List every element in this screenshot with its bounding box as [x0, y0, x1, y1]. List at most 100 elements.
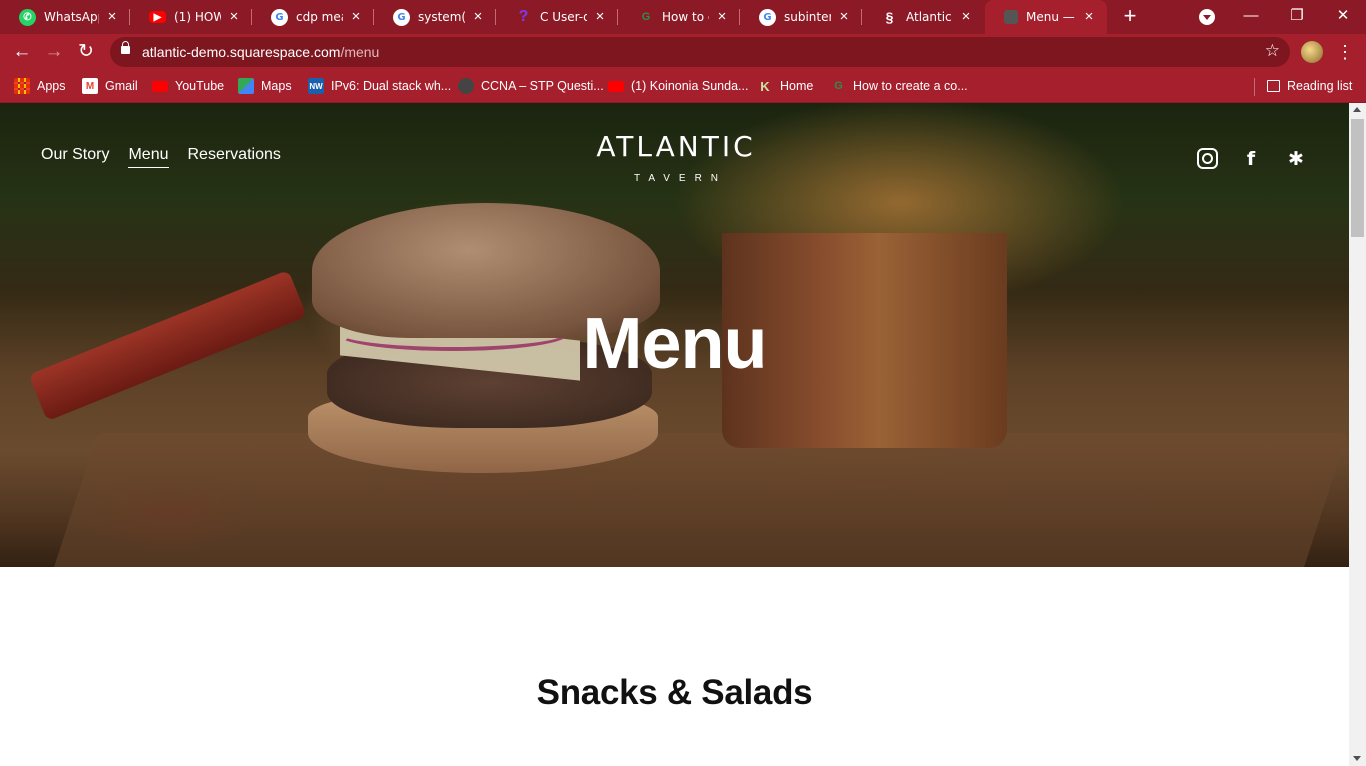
bookmark-how-to-create[interactable]: G How to create a co...	[830, 76, 968, 96]
tab-title: Atlantic - W	[906, 10, 953, 24]
scroll-thumb[interactable]	[1351, 119, 1364, 237]
page-scrollbar[interactable]	[1349, 103, 1366, 766]
ccna-icon	[458, 78, 474, 94]
bookmark-label: (1) Koinonia Sunda...	[631, 79, 749, 93]
scroll-up-arrow-icon[interactable]	[1353, 107, 1361, 112]
site-logo[interactable]: ATLANTIC TAVERN	[586, 130, 766, 184]
bookmark-label: Maps	[261, 79, 292, 93]
tab-title: (1) HOW TO	[174, 10, 221, 24]
bookmark-youtube[interactable]: YouTube	[152, 76, 224, 96]
maximize-button[interactable]: ❐	[1274, 0, 1320, 34]
google-icon: G	[759, 8, 776, 26]
bookmark-maps[interactable]: Maps	[238, 76, 292, 96]
tab-c-user-def[interactable]: ? C User-def ×	[496, 0, 618, 34]
url-text[interactable]: atlantic-demo.squarespace.com/menu	[142, 44, 379, 60]
url-path: /menu	[340, 44, 380, 60]
bookmark-home[interactable]: K Home	[757, 76, 813, 96]
tab-title: WhatsApp	[44, 10, 99, 24]
tab-youtube[interactable]: ▶ (1) HOW TO ×	[130, 0, 252, 34]
forward-arrow-icon[interactable]: →	[40, 38, 68, 66]
bookmark-ccna[interactable]: CCNA – STP Questi...	[458, 76, 604, 96]
back-arrow-icon[interactable]: ←	[8, 38, 36, 66]
bookmark-label: Gmail	[105, 79, 138, 93]
tab-title: How to cre	[662, 10, 709, 24]
scroll-down-arrow-icon[interactable]	[1353, 756, 1361, 761]
close-icon[interactable]: ×	[957, 8, 975, 26]
close-icon[interactable]: ×	[713, 8, 731, 26]
address-bar[interactable]: atlantic-demo.squarespace.com/menu ☆	[110, 37, 1290, 67]
gmail-icon: M	[82, 78, 98, 94]
bookmark-label: Apps	[37, 79, 66, 93]
home-icon: K	[760, 78, 770, 94]
cube-icon	[1004, 10, 1018, 24]
nav-our-story[interactable]: Our Story	[41, 146, 109, 168]
url-host: atlantic-demo.squarespace.com	[142, 44, 341, 60]
bookmark-label: How to create a co...	[853, 79, 968, 93]
tab-atlantic[interactable]: § Atlantic - W ×	[862, 0, 984, 34]
tab-strip: ✆ WhatsApp × ▶ (1) HOW TO × G cdp meanin…	[0, 0, 1366, 34]
hero-banner: Our Story Menu Reservations ATLANTIC TAV…	[0, 103, 1349, 567]
bookmark-label: CCNA – STP Questi...	[481, 79, 604, 93]
tab-search-icon[interactable]	[1199, 9, 1215, 25]
nw-icon: NW	[308, 78, 324, 94]
close-icon[interactable]: ×	[347, 8, 365, 26]
yelp-icon[interactable]: ✱	[1285, 148, 1307, 170]
reading-list-button[interactable]: Reading list	[1267, 76, 1352, 96]
tab-title: Menu — A	[1026, 10, 1076, 24]
bookmark-apps[interactable]: Apps	[14, 76, 66, 96]
browser-toolbar: ← → ↻ atlantic-demo.squarespace.com/menu…	[0, 34, 1366, 70]
tab-cdp-meaning[interactable]: G cdp meaning ×	[252, 0, 374, 34]
reading-list-icon	[1267, 80, 1280, 92]
profile-avatar[interactable]	[1301, 41, 1323, 63]
youtube-icon	[608, 80, 624, 92]
bookmark-label: Home	[780, 79, 814, 93]
google-icon: G	[271, 8, 288, 26]
close-icon[interactable]: ×	[835, 8, 853, 26]
reading-list-label: Reading list	[1287, 79, 1353, 93]
close-icon[interactable]: ×	[103, 8, 121, 26]
new-tab-button[interactable]: +	[1118, 4, 1142, 28]
bookmark-star-icon[interactable]: ☆	[1265, 41, 1280, 61]
bookmark-label: IPv6: Dual stack wh...	[331, 79, 452, 93]
gfg-icon: G	[641, 11, 651, 23]
lock-icon[interactable]	[121, 41, 130, 54]
tab-how-to-create[interactable]: G How to cre ×	[618, 0, 740, 34]
bookmarks-bar: Apps M Gmail YouTube Maps NW IPv6: Dual st…	[0, 70, 1366, 103]
close-icon[interactable]: ×	[1080, 8, 1098, 26]
nav-menu[interactable]: Menu	[128, 146, 169, 168]
tab-title: cdp meaning	[296, 10, 343, 24]
section-heading: Snacks & Salads	[536, 673, 813, 712]
maps-icon	[238, 78, 254, 94]
bookmark-label: YouTube	[175, 79, 225, 93]
logo-subtitle: TAVERN	[633, 173, 728, 184]
tab-title: C User-def	[540, 10, 587, 24]
facebook-icon[interactable]: f	[1240, 148, 1262, 170]
nav-reservations[interactable]: Reservations	[188, 146, 281, 168]
logo-title: ATLANTIC	[596, 130, 756, 163]
tab-subinterface[interactable]: G subinterfac ×	[740, 0, 862, 34]
reload-icon[interactable]: ↻	[72, 38, 100, 66]
site-navigation: Our Story Menu Reservations	[41, 146, 300, 168]
tab-menu-active[interactable]: Menu — A ×	[985, 0, 1107, 34]
whatsapp-icon: ✆	[19, 8, 36, 26]
gfg-icon: G	[834, 80, 843, 92]
google-icon: G	[393, 8, 410, 26]
youtube-icon: ▶	[149, 11, 166, 23]
close-icon[interactable]: ×	[469, 8, 487, 26]
apps-icon	[14, 78, 30, 94]
minimize-button[interactable]: —	[1228, 0, 1274, 34]
page-title: Menu	[582, 304, 768, 384]
pq-icon: ?	[518, 8, 529, 25]
bookmark-gmail[interactable]: M Gmail	[82, 76, 138, 96]
more-menu-icon[interactable]: ⋮	[1336, 40, 1354, 64]
tab-whatsapp[interactable]: ✆ WhatsApp ×	[0, 0, 130, 34]
tab-system-cls[interactable]: G system("cls ×	[374, 0, 496, 34]
instagram-icon[interactable]	[1197, 148, 1218, 169]
bookmark-divider	[1254, 78, 1255, 96]
squarespace-icon: §	[885, 9, 894, 25]
bookmark-ipv6[interactable]: NW IPv6: Dual stack wh...	[308, 76, 451, 96]
close-window-button[interactable]: ✕	[1320, 0, 1366, 34]
close-icon[interactable]: ×	[225, 8, 243, 26]
bookmark-koinonia[interactable]: (1) Koinonia Sunda...	[608, 76, 748, 96]
close-icon[interactable]: ×	[591, 8, 609, 26]
